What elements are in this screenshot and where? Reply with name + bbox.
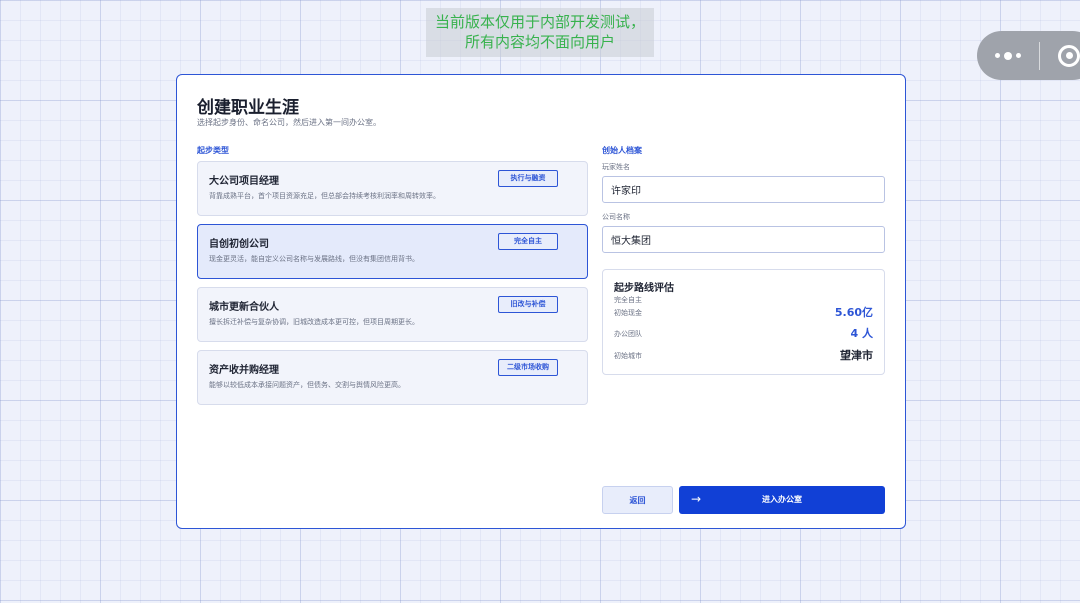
company-name-input[interactable]	[602, 226, 885, 253]
start-type-desc: 现金更灵活，能自定义公司名称与发展路线，但没有集团信用背书。	[209, 255, 419, 263]
evaluation-row-team: 办公团队 4 人	[614, 325, 873, 341]
evaluation-value: 5.60亿	[834, 306, 873, 319]
evaluation-row-city: 初始城市 望津市	[614, 347, 873, 363]
start-type-tag: 旧改与补偿	[498, 296, 558, 313]
player-name-input[interactable]	[602, 176, 885, 203]
evaluation-key: 初始城市	[614, 352, 642, 360]
dev-banner-line1: 当前版本仅用于内部开发测试，	[434, 13, 645, 31]
start-type-name: 大公司项目经理	[209, 176, 279, 187]
route-evaluation-panel: 起步路线评估 完全自主 初始现金 5.60亿 办公团队 4 人 初始城市 望津市	[602, 269, 885, 375]
start-type-tag: 执行与融资	[498, 170, 558, 187]
start-type-desc: 擅长拆迁补偿与复杂协调，旧城改造成本更可控，但项目周期更长。	[209, 318, 419, 326]
start-type-name: 资产收并购经理	[209, 365, 279, 376]
start-type-option-asset-ma[interactable]: 资产收并购经理 能够以较低成本承接问题资产，但债务、交割与舆情风险更高。 二级市…	[197, 350, 588, 405]
start-type-section-label: 起步类型	[197, 146, 229, 155]
close-miniprogram-icon[interactable]	[1058, 44, 1080, 67]
more-options-icon[interactable]	[977, 51, 1039, 60]
dev-banner: 当前版本仅用于内部开发测试， 所有内容均不面向用户	[426, 8, 654, 57]
capsule-divider	[1039, 41, 1040, 70]
company-name-label: 公司名称	[602, 213, 630, 221]
evaluation-row-cash: 初始现金 5.60亿	[614, 304, 873, 320]
start-type-name: 城市更新合伙人	[209, 302, 279, 313]
evaluation-title: 起步路线评估	[614, 283, 674, 294]
enter-office-button[interactable]: → 进入办公室	[679, 486, 885, 514]
start-type-desc: 背靠成熟平台，首个项目资源充足，但总部会持续考核利润率和周转效率。	[209, 192, 440, 200]
start-type-option-corp-pm[interactable]: 大公司项目经理 背靠成熟平台，首个项目资源充足，但总部会持续考核利润率和周转效率…	[197, 161, 588, 216]
back-button[interactable]: 返回	[602, 486, 673, 514]
start-type-tag: 完全自主	[498, 233, 558, 250]
evaluation-key: 办公团队	[614, 330, 642, 338]
start-type-option-startup[interactable]: 自创初创公司 现金更灵活，能自定义公司名称与发展路线，但没有集团信用背书。 完全…	[197, 224, 588, 279]
miniprogram-capsule	[977, 31, 1080, 80]
dev-banner-line2: 所有内容均不面向用户	[464, 33, 615, 51]
evaluation-value: 4 人	[850, 327, 873, 340]
page-title: 创建职业生涯	[197, 98, 299, 118]
start-type-name: 自创初创公司	[209, 239, 269, 250]
evaluation-key: 初始现金	[614, 309, 642, 317]
evaluation-value: 望津市	[840, 349, 873, 362]
player-name-label: 玩家姓名	[602, 163, 630, 171]
start-type-tag: 二级市场收购	[498, 359, 558, 376]
start-type-option-urban-renewal[interactable]: 城市更新合伙人 擅长拆迁补偿与复杂协调，旧城改造成本更可控，但项目周期更长。 旧…	[197, 287, 588, 342]
start-type-desc: 能够以较低成本承接问题资产，但债务、交割与舆情风险更高。	[209, 381, 405, 389]
enter-office-label: 进入办公室	[762, 495, 802, 504]
page-subtitle: 选择起步身份、命名公司，然后进入第一间办公室。	[197, 118, 381, 127]
founder-section-label: 创始人档案	[602, 146, 642, 155]
create-career-card: 创建职业生涯 选择起步身份、命名公司，然后进入第一间办公室。 起步类型 创始人档…	[176, 74, 906, 529]
